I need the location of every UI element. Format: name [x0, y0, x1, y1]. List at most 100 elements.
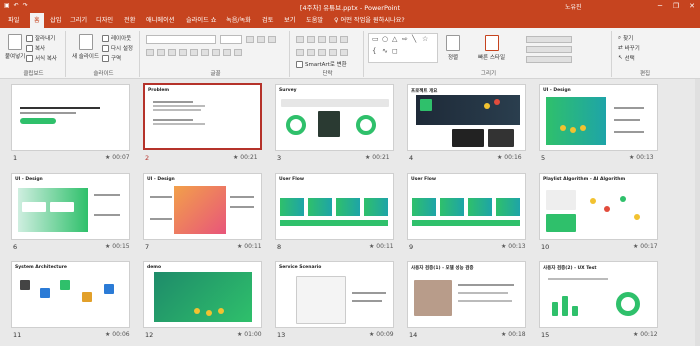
shapes-gallery[interactable]: ▭ ○ △ ⇨ ╲ ☆ { ∿ ◻ [368, 33, 438, 63]
shrink-font-icon[interactable] [257, 36, 265, 43]
decrease-indent-icon[interactable] [318, 36, 326, 43]
tab-transitions[interactable]: 전환 [124, 13, 135, 28]
increase-indent-icon[interactable] [329, 36, 337, 43]
slide-thumbnail-11[interactable]: System Architecture [11, 261, 130, 328]
numbering-icon[interactable] [307, 36, 315, 43]
grow-font-icon[interactable] [246, 36, 254, 43]
paste-icon [8, 34, 23, 50]
font-name-select[interactable] [146, 35, 216, 44]
new-slide-button[interactable]: 새 슬라이드 [72, 34, 99, 60]
slide-title: Problem [148, 88, 170, 93]
slide-thumbnail-6[interactable]: UI - Design [11, 173, 130, 240]
replace-label: 바꾸기 [624, 46, 640, 52]
tab-insert[interactable]: 삽입 [50, 13, 61, 28]
slide-15-bar [562, 296, 568, 316]
font-size-select[interactable] [220, 35, 242, 44]
paste-button[interactable]: 붙여넣기 [5, 34, 25, 60]
shape-outline-button[interactable] [526, 46, 572, 53]
change-case-icon[interactable] [212, 49, 220, 56]
shadow-icon[interactable] [190, 49, 198, 56]
ribbon: 붙여넣기 잘라내기 복사 서식 복사 클립보드 새 슬라이드 레이아웃 다시 설… [0, 28, 700, 79]
oval-shape-icon[interactable]: ○ [382, 35, 388, 43]
tab-home[interactable]: 홈 [30, 13, 44, 28]
rectangle-shape-icon[interactable]: ▭ [372, 35, 379, 43]
minimize-button[interactable]: ─ [652, 0, 668, 13]
slide-thumbnail-2[interactable]: Problem [143, 83, 262, 150]
tell-me-search[interactable]: ♀ 어떤 작업을 원하시나요? [334, 13, 405, 28]
columns-icon[interactable] [340, 49, 348, 56]
tab-slideshow[interactable]: 슬라이드 쇼 [186, 13, 216, 28]
italic-icon[interactable] [157, 49, 165, 56]
tab-recording[interactable]: 녹음/녹화 [226, 13, 251, 28]
slide-13-sketch [296, 276, 346, 324]
tab-design[interactable]: 디자인 [96, 13, 113, 28]
slide-number: 4 [409, 154, 414, 162]
reset-button[interactable]: 다시 설정 [102, 44, 133, 52]
font-color-icon[interactable] [234, 49, 242, 56]
justify-icon[interactable] [329, 49, 337, 56]
tab-file[interactable]: 파일 [8, 13, 19, 28]
format-painter-button[interactable]: 서식 복사 [26, 54, 57, 62]
copy-button[interactable]: 복사 [26, 44, 45, 52]
slide-thumbnail-8[interactable]: User Flow [275, 173, 394, 240]
close-button[interactable]: ✕ [684, 0, 700, 13]
curve-shape-icon[interactable]: ∿ [382, 47, 388, 55]
slide-thumbnail-3[interactable]: Survey [275, 84, 394, 151]
section-button[interactable]: 구역 [102, 54, 121, 62]
bold-icon[interactable] [146, 49, 154, 56]
arrange-button[interactable]: 정렬 [446, 35, 460, 61]
slide-thumbnail-9[interactable]: User Flow [407, 173, 526, 240]
slide-thumbnail-13[interactable]: Service Scenario [275, 261, 394, 328]
select-button[interactable]: ↖ 선택 [618, 54, 635, 62]
smartart-icon [296, 60, 303, 68]
callout-shape-icon[interactable]: ◻ [392, 47, 398, 55]
align-left-icon[interactable] [296, 49, 304, 56]
highlight-icon[interactable] [223, 49, 231, 56]
tab-help[interactable]: 도움말 [306, 13, 323, 28]
strikethrough-icon[interactable] [179, 49, 187, 56]
align-center-icon[interactable] [307, 49, 315, 56]
restore-button[interactable]: ❐ [668, 0, 684, 13]
triangle-shape-icon[interactable]: △ [392, 35, 397, 43]
find-button[interactable]: ⌕ 찾기 [618, 34, 633, 43]
tab-animations[interactable]: 애니메이션 [146, 13, 174, 28]
layout-button[interactable]: 레이아웃 [102, 34, 131, 42]
slide-thumbnail-1[interactable] [11, 84, 130, 151]
slide-thumbnail-7[interactable]: UI - Design [143, 173, 262, 240]
replace-button[interactable]: ⇄ 바꾸기 [618, 44, 640, 52]
slide-thumbnail-10[interactable]: Playlist Algorithm - AI Algorithm [539, 173, 658, 240]
user-name[interactable]: 노유진 [565, 2, 582, 11]
slide-7-line [230, 206, 254, 208]
tab-review[interactable]: 검토 [262, 13, 273, 28]
slide-thumbnail-14[interactable]: 사용자 검증(1) - 모델 성능 검증 [407, 261, 526, 328]
brush-icon [26, 54, 33, 62]
line-spacing-icon[interactable] [340, 36, 348, 43]
editing-group: ⌕ 찾기 ⇄ 바꾸기 ↖ 선택 편집 [614, 31, 676, 78]
slide-title: 프로젝트 개요 [411, 89, 438, 94]
tab-draw[interactable]: 그리기 [70, 13, 87, 28]
quick-styles-button[interactable]: 빠른 스타일 [478, 35, 505, 61]
slide-thumbnail-12[interactable]: demo [143, 261, 262, 328]
vertical-scrollbar[interactable] [695, 79, 700, 346]
slide-12-emoji [194, 308, 200, 314]
bullets-icon[interactable] [296, 36, 304, 43]
slide-2-line [153, 109, 201, 111]
shape-effects-button[interactable] [526, 56, 572, 63]
arrow-shape-icon[interactable]: ⇨ [402, 35, 408, 43]
brace-shape-icon[interactable]: { [372, 47, 376, 55]
clear-format-icon[interactable] [268, 36, 276, 43]
char-spacing-icon[interactable] [201, 49, 209, 56]
slide-thumbnail-4[interactable]: 프로젝트 개요 [407, 84, 526, 151]
smartart-label: SmartArt로 변환 [305, 62, 347, 68]
cut-button[interactable]: 잘라내기 [26, 34, 55, 42]
align-right-icon[interactable] [318, 49, 326, 56]
shape-fill-button[interactable] [526, 36, 572, 43]
smartart-button[interactable]: SmartArt로 변환 [296, 60, 347, 68]
tab-view[interactable]: 보기 [284, 13, 295, 28]
new-slide-icon [78, 34, 93, 50]
slide-thumbnail-15[interactable]: 사용자 검증(2) - UX Test [539, 261, 658, 328]
underline-icon[interactable] [168, 49, 176, 56]
star-shape-icon[interactable]: ☆ [422, 35, 428, 43]
line-shape-icon[interactable]: ╲ [412, 35, 416, 43]
slide-thumbnail-5[interactable]: UI - Design [539, 84, 658, 151]
